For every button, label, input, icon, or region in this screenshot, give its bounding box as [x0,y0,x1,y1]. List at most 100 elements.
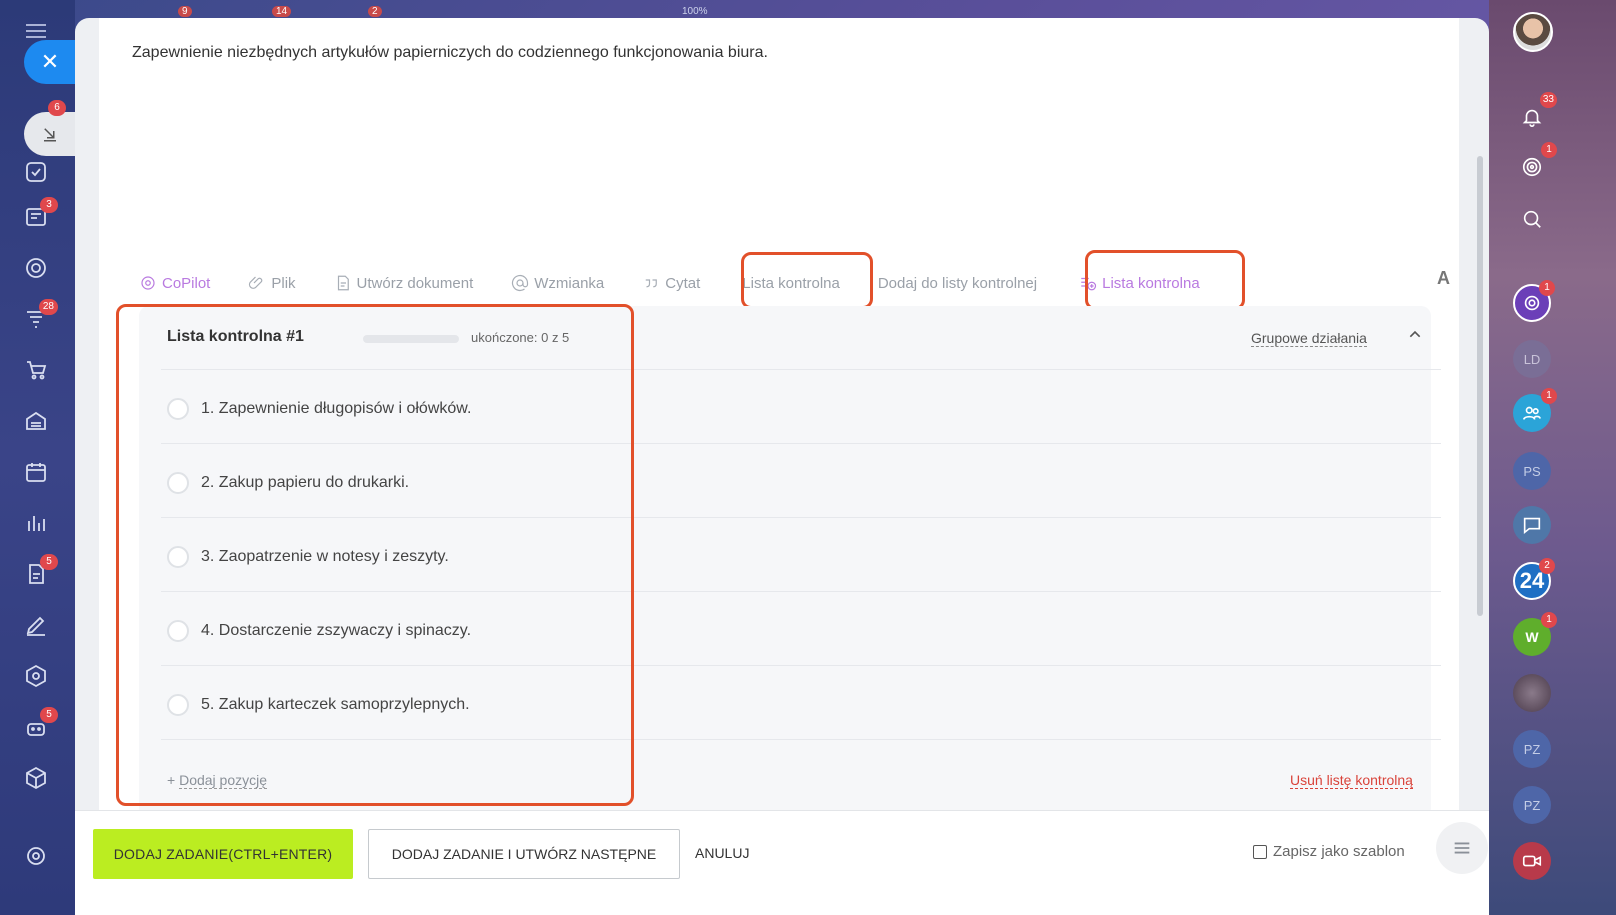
copilot-icon [1524,295,1540,311]
minimize-slider-button[interactable]: 6 [24,100,76,156]
task-description[interactable]: Zapewnienie niezbędnych artykułów papier… [132,44,768,62]
cancel-button[interactable]: ANULUJ [695,845,749,861]
add-to-checklist-label: Dodaj do listy kontrolnej [877,274,1038,292]
bg-badge: 2 [368,6,382,17]
minimize-badge: 6 [48,100,66,116]
bot-badge: 5 [40,707,58,723]
open-channels-button[interactable] [1513,506,1551,544]
document-icon [337,275,349,291]
contact-ld[interactable]: LD [1513,340,1551,378]
menu-icon[interactable] [26,24,46,38]
contact-ps[interactable]: PS [1513,452,1551,490]
copilot-icon [141,276,155,290]
task-form-panel: Zapewnienie niezbędnych artykułów papier… [75,18,1489,915]
documents-icon[interactable]: 5 [22,554,58,588]
form-footer: DODAJ ZADANIE(CTRL+ENTER) DODAJ ZADANIE … [75,810,1489,915]
video-camera-icon [1522,855,1542,867]
highlight-new-checklist-button [1085,250,1245,310]
copilot-badge: 1 [1539,280,1555,296]
quote-button[interactable]: Cytat [642,274,700,292]
editor-area: Zapewnienie niezbędnych artykułów papier… [99,18,1459,818]
background-top-strip: 9 14 2 100% [100,0,1500,18]
target-icon [1522,157,1542,177]
search-sync-icon [1523,210,1541,228]
quote-icon [646,279,658,288]
highlight-checklist-block [116,304,634,806]
add-task-button[interactable]: DODAJ ZADANIE(CTRL+ENTER) [93,829,353,879]
list-icon [1454,842,1470,854]
mention-label: Wzmianka [534,274,605,292]
users-icon [1522,406,1542,420]
scrollbar[interactable] [1477,156,1483,616]
feed-badge: 3 [40,197,58,213]
bg-badge: 14 [272,6,292,17]
group-chat-button[interactable]: 1 [1513,388,1557,432]
documents-badge: 5 [40,554,58,570]
group-actions-link[interactable]: Grupowe działania [1251,330,1367,347]
feed-icon[interactable]: 3 [22,197,58,231]
add-task-and-next-button[interactable]: DODAJ ZADANIE I UTWÓRZ NASTĘPNE [368,829,680,879]
notifications-button[interactable]: 33 [1513,92,1557,136]
add-to-checklist-button[interactable]: Dodaj do listy kontrolnej [878,275,1037,292]
target-icon[interactable] [22,254,50,282]
bell-icon [1522,109,1542,127]
sign-icon[interactable] [22,611,50,639]
text-format-button[interactable]: A [1437,268,1450,289]
right-sidebar [1489,0,1616,915]
contact-pz-1-initials: PZ [1523,741,1541,757]
warehouse-icon[interactable] [22,407,50,435]
minimize-arrow-icon [44,128,56,142]
funnel-badge: 28 [38,299,58,315]
quote-label: Cytat [665,274,701,292]
create-document-label: Utwórz dokument [356,274,474,292]
contact-photo-avatar[interactable] [1513,674,1551,712]
search-history-button[interactable] [1513,200,1551,238]
notifications-badge: 33 [1539,92,1557,108]
contact-w-badge: 1 [1541,612,1557,628]
copilot-button[interactable]: CoPilot [139,274,210,292]
goals-badge: 1 [1541,142,1557,158]
copilot-label: CoPilot [162,274,211,292]
bg-zoom-label: 100% [682,6,708,17]
bitrix24-badge: 2 [1539,558,1555,574]
goals-button[interactable]: 1 [1513,142,1557,186]
contact-ld-initials: LD [1523,351,1541,367]
calendar-icon[interactable] [22,458,50,486]
delete-checklist-link[interactable]: Usuń listę kontrolną [1290,772,1413,789]
contact-w-initials: W [1525,629,1539,645]
contact-pz-1[interactable]: PZ [1513,730,1551,768]
hexagon-icon[interactable] [22,662,50,690]
file-button[interactable]: Plik [248,274,296,292]
box-icon[interactable] [22,764,50,792]
group-chat-badge: 1 [1541,388,1557,404]
funnel-icon[interactable]: 28 [22,299,58,333]
chat-bubble-icon [1523,517,1541,535]
cart-icon[interactable] [22,356,50,384]
save-as-template-checkbox[interactable]: Zapisz jako szablon [1253,843,1405,860]
bot-icon[interactable]: 5 [22,707,58,741]
analytics-icon[interactable] [22,509,50,537]
copilot-chat-button[interactable]: 1 [1513,280,1555,322]
checkbox-box[interactable] [1253,844,1267,859]
highlight-checklist-button [741,252,873,309]
chevron-up-icon [1409,330,1421,338]
bg-badge: 9 [178,6,192,17]
file-label: Plik [271,274,296,292]
contact-pz-2-initials: PZ [1523,797,1541,813]
bitrix24-button[interactable]: 24 2 [1513,558,1555,600]
close-slider-button[interactable]: ✕ [24,40,76,84]
list-menu-button[interactable] [1436,822,1488,874]
video-call-button[interactable] [1513,842,1551,880]
mention-button[interactable]: Wzmianka [511,274,604,292]
contact-ps-initials: PS [1523,463,1541,479]
create-document-button[interactable]: Utwórz dokument [334,274,474,292]
user-avatar[interactable] [1513,12,1553,52]
contact-w[interactable]: W 1 [1513,612,1557,656]
settings-gear-icon[interactable] [22,842,50,870]
bitrix24-logo: 24 [1519,568,1545,593]
paperclip-icon [249,276,263,289]
save-as-template-label: Zapisz jako szablon [1273,843,1405,860]
collapse-button[interactable] [1407,326,1423,347]
contact-pz-2[interactable]: PZ [1513,786,1551,824]
tasks-icon[interactable] [22,158,50,186]
